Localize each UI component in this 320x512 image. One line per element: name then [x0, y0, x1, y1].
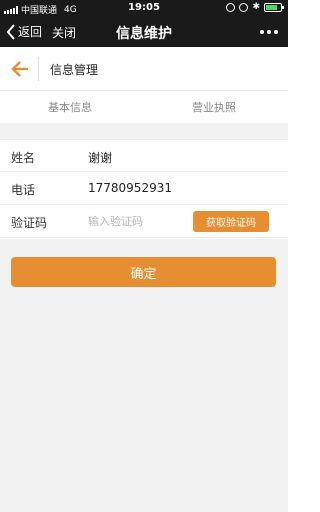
- name-value: 谢谢: [88, 151, 113, 165]
- form-row-name: 姓名 谢谢: [0, 139, 288, 172]
- status-bar: 中国联通 4G 19:05 ✱: [0, 0, 288, 17]
- info-form: 姓名 谢谢 电话 17780952931 验证码 获取验证码: [0, 139, 288, 238]
- more-button[interactable]: [260, 30, 278, 34]
- get-code-button[interactable]: 获取验证码: [193, 211, 269, 232]
- tab-bar: 基本信息 营业执照: [0, 91, 288, 123]
- battery-level: [266, 5, 278, 10]
- section-gap: [0, 123, 288, 139]
- code-label: 验证码: [11, 216, 48, 230]
- header-divider: [38, 57, 39, 81]
- form-row-code: 验证码 获取验证码: [0, 205, 288, 238]
- alarm-icon: [239, 3, 249, 12]
- back-button[interactable]: 返回: [6, 23, 42, 40]
- name-label: 姓名: [11, 151, 36, 165]
- form-row-phone: 电话 17780952931: [0, 172, 288, 205]
- verification-code-input[interactable]: [88, 212, 184, 230]
- tab-business-license[interactable]: 营业执照: [192, 99, 236, 115]
- tab-basic-info[interactable]: 基本信息: [48, 99, 92, 115]
- ellipsis-icon: [260, 30, 264, 34]
- confirm-button[interactable]: 确定: [11, 257, 276, 287]
- arrow-left-icon[interactable]: [10, 59, 30, 79]
- nav-bar: 返回 关闭 信息维护: [0, 17, 288, 47]
- close-button[interactable]: 关闭: [52, 24, 76, 41]
- page-header: 信息管理: [0, 47, 288, 91]
- location-lock-icon: [226, 3, 236, 12]
- back-label: 返回: [18, 25, 43, 39]
- phone-label: 电话: [11, 183, 36, 197]
- page-title: 信息管理: [50, 63, 99, 77]
- bluetooth-icon: ✱: [252, 2, 260, 12]
- chevron-left-icon: [6, 23, 15, 40]
- nav-title: 信息维护: [116, 26, 172, 42]
- phone-value: 17780952931: [88, 181, 172, 195]
- status-right: ✱: [226, 2, 284, 12]
- battery-icon: [264, 3, 284, 12]
